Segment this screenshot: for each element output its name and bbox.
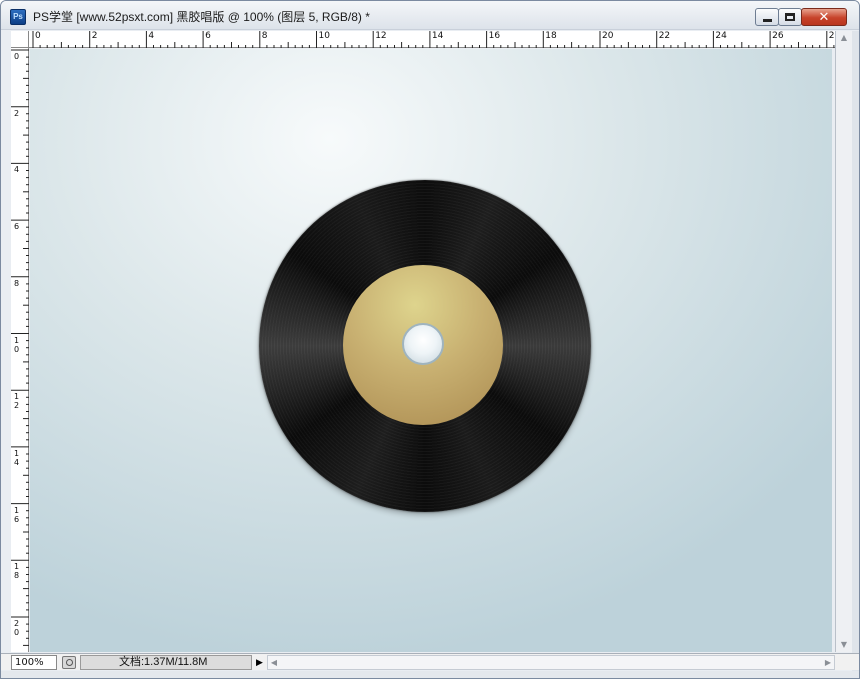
ruler-label: 12 <box>375 31 387 41</box>
vinyl-record-image <box>259 180 591 512</box>
status-bar: 100% 文档:1.37M/11.8M ▶ ◀ ▶ <box>1 653 859 670</box>
maximize-icon <box>785 13 795 21</box>
ruler-label: 8 <box>13 278 20 288</box>
ruler-label: 6 <box>13 222 20 232</box>
document-size-info: 文档:1.37M/11.8M <box>80 655 252 670</box>
ruler-label: 16 <box>488 31 501 41</box>
scroll-right-arrow-icon[interactable]: ▶ <box>822 656 834 669</box>
ruler-label: 8 <box>261 31 268 41</box>
ruler-label: 18 <box>545 31 557 41</box>
ruler-label: 10 <box>318 31 330 41</box>
ruler-label: 22 <box>658 31 671 41</box>
status-info-icon[interactable] <box>62 656 76 669</box>
document-window: Ps PS学堂 [www.52psxt.com] 黑胶唱版 @ 100% (图层… <box>0 0 860 679</box>
vertical-ruler[interactable]: 0 2 4 6 8 10 12 14 16 18 20 <box>11 48 29 652</box>
horizontal-ruler[interactable]: 0246810121416182022242628 <box>29 31 840 48</box>
window-title: PS学堂 [www.52psxt.com] 黑胶唱版 @ 100% (图层 5,… <box>33 10 370 24</box>
title-bar[interactable]: Ps PS学堂 [www.52psxt.com] 黑胶唱版 @ 100% (图层… <box>1 1 859 30</box>
window-frame-bottom <box>1 671 859 678</box>
ruler-label: 0 <box>13 52 20 61</box>
vertical-scrollbar[interactable]: ▲ ▼ <box>835 31 852 652</box>
ruler-label: 20 <box>602 31 614 41</box>
ruler-label: 24 <box>715 31 727 41</box>
ruler-label: 0 <box>35 31 41 41</box>
document-canvas[interactable] <box>30 49 832 652</box>
status-menu-arrow-icon[interactable]: ▶ <box>253 655 266 670</box>
record-label <box>343 265 503 425</box>
minimize-icon <box>762 18 772 22</box>
maximize-button[interactable] <box>778 8 802 26</box>
ruler-label: 14 <box>13 448 20 467</box>
zoom-input[interactable]: 100% <box>11 655 57 670</box>
close-button[interactable]: ✕ <box>801 8 847 26</box>
horizontal-scrollbar[interactable]: ◀ ▶ <box>267 655 835 670</box>
ruler-label: 6 <box>205 31 211 41</box>
ruler-origin[interactable] <box>11 31 29 48</box>
photoshop-app-icon[interactable]: Ps <box>10 9 26 25</box>
close-icon: ✕ <box>818 9 830 25</box>
ruler-label: 2 <box>13 108 20 118</box>
ruler-label: 10 <box>13 335 20 354</box>
record-center-hole <box>402 323 444 365</box>
minimize-button[interactable] <box>755 8 779 26</box>
ruler-label: 4 <box>13 165 20 175</box>
ruler-label: 2 <box>91 31 98 41</box>
ruler-label: 18 <box>13 562 20 581</box>
scroll-left-arrow-icon[interactable]: ◀ <box>268 656 280 669</box>
ruler-label: 4 <box>148 31 155 41</box>
window-controls: ✕ <box>755 8 847 27</box>
ruler-label: 16 <box>13 505 20 524</box>
window-frame-right <box>852 31 859 678</box>
ruler-label: 20 <box>13 619 20 637</box>
ruler-label: 12 <box>13 392 20 411</box>
scroll-up-arrow-icon[interactable]: ▲ <box>836 31 852 45</box>
scroll-down-arrow-icon[interactable]: ▼ <box>836 638 852 652</box>
ruler-label: 14 <box>431 31 444 41</box>
ruler-label: 26 <box>772 31 784 41</box>
